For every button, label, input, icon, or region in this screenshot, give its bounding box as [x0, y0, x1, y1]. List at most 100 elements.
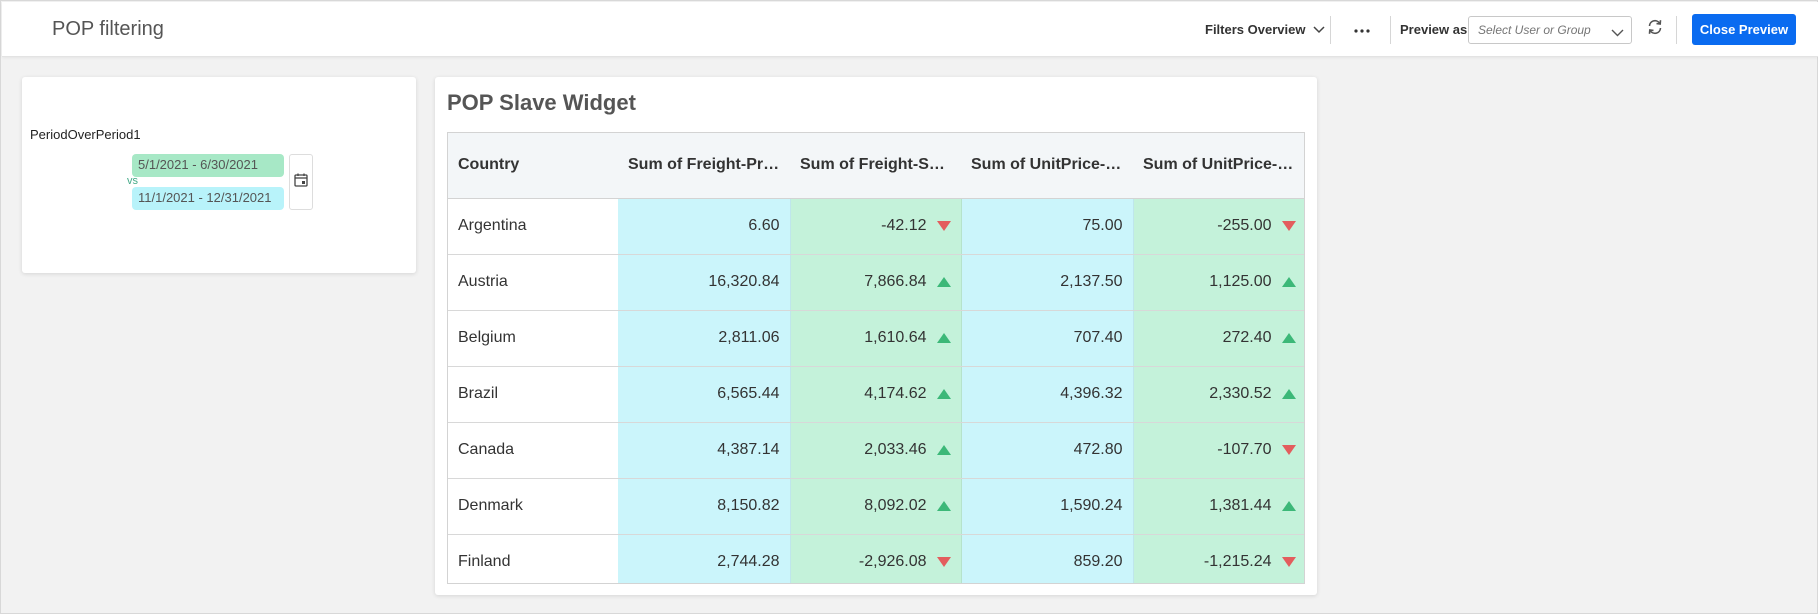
cell-value: 2,033.46: [864, 441, 927, 458]
unitprice-secondary-cell: -255.00: [1133, 198, 1304, 255]
cell-value: 272.40: [1222, 329, 1272, 346]
country-cell: Belgium: [448, 310, 618, 367]
unitprice-secondary-cell: -1,215.24: [1133, 534, 1304, 583]
table-row: Finland 2,744.28 -2,926.08 859.20 -1,215.24: [448, 534, 1304, 583]
country-cell: Denmark: [448, 478, 618, 535]
country-cell: Finland: [448, 534, 618, 583]
cell-value: -1,215.24: [1203, 553, 1272, 570]
filters-overview-dropdown[interactable]: Filters Overview: [1205, 22, 1325, 37]
freight-secondary-cell: 4,174.62: [790, 366, 962, 423]
column-header-unitprice-primary[interactable]: Sum of UnitPrice-Primary: [961, 133, 1133, 199]
freight-primary-cell: 4,387.14: [618, 422, 791, 479]
cell-value: 1,610.64: [864, 329, 927, 346]
triangle-down-icon: [936, 221, 951, 231]
cell-value: -2,926.08: [858, 553, 927, 570]
cell-content: -255.00: [1217, 217, 1296, 235]
cell-value: -42.12: [881, 217, 927, 234]
cell-content: 2,330.52: [1209, 385, 1296, 403]
secondary-date-range[interactable]: 11/1/2021 - 12/31/2021: [132, 187, 284, 210]
cell-value: -107.70: [1217, 441, 1272, 458]
header-divider: [1330, 16, 1331, 44]
triangle-up-icon: [936, 333, 951, 343]
cell-value: 1,125.00: [1209, 273, 1272, 290]
cell-value: 4,174.62: [864, 385, 927, 402]
unitprice-primary-cell: 75.00: [961, 198, 1134, 255]
chevron-down-icon: [1313, 25, 1325, 34]
filters-overview-label: Filters Overview: [1205, 22, 1306, 37]
cell-content: 4,174.62: [864, 385, 951, 403]
primary-date-range[interactable]: 5/1/2021 - 6/30/2021: [132, 154, 284, 177]
triangle-up-icon: [1281, 277, 1296, 287]
unitprice-primary-cell: 472.80: [961, 422, 1134, 479]
column-header-country[interactable]: Country: [448, 133, 618, 199]
triangle-up-icon: [1281, 333, 1296, 343]
cell-value: 7,866.84: [864, 273, 927, 290]
cell-content: 272.40: [1223, 329, 1296, 347]
freight-primary-cell: 8,150.82: [618, 478, 791, 535]
freight-primary-cell: 2,811.06: [618, 310, 791, 367]
triangle-down-icon: [1281, 557, 1296, 567]
cell-content: 1,610.64: [864, 329, 951, 347]
unitprice-primary-cell: 859.20: [961, 534, 1134, 583]
triangle-up-icon: [1281, 389, 1296, 399]
unitprice-secondary-cell: 272.40: [1133, 310, 1304, 367]
cell-content: 7,866.84: [864, 273, 951, 291]
cell-content: -42.12: [881, 217, 951, 235]
app-frame: POP filtering Filters Overview Preview a…: [0, 0, 1818, 614]
column-header-freight-primary[interactable]: Sum of Freight-Primary: [618, 133, 790, 199]
vs-label: vs: [127, 175, 138, 187]
pop-slave-widget: POP Slave Widget Country Sum of Freight-…: [435, 77, 1317, 595]
table-row: Canada 4,387.14 2,033.46 472.80 -107.70: [448, 422, 1304, 479]
country-cell: Argentina: [448, 198, 618, 255]
triangle-up-icon: [936, 389, 951, 399]
cell-content: -2,926.08: [859, 553, 951, 571]
triangle-down-icon: [936, 557, 951, 567]
refresh-button[interactable]: [1643, 17, 1667, 41]
page-title: POP filtering: [52, 18, 164, 40]
more-options-button[interactable]: [1349, 16, 1375, 42]
date-filter-card: PeriodOverPeriod1 5/1/2021 - 6/30/2021 v…: [22, 77, 416, 273]
table-row: Denmark 8,150.82 8,092.02 1,590.24 1,381.44: [448, 478, 1304, 535]
country-cell: Brazil: [448, 366, 618, 423]
triangle-up-icon: [936, 445, 951, 455]
table-row: Brazil 6,565.44 4,174.62 4,396.32 2,330.52: [448, 366, 1304, 423]
column-header-freight-secondary[interactable]: Sum of Freight-Secondary: [790, 133, 961, 199]
calendar-icon: [294, 173, 308, 192]
unitprice-secondary-cell: 1,381.44: [1133, 478, 1304, 535]
unitprice-primary-cell: 4,396.32: [961, 366, 1134, 423]
triangle-up-icon: [1281, 501, 1296, 511]
filter-name: PeriodOverPeriod1: [30, 127, 141, 142]
freight-primary-cell: 6,565.44: [618, 366, 791, 423]
unitprice-secondary-cell: 1,125.00: [1133, 254, 1304, 311]
freight-secondary-cell: -2,926.08: [790, 534, 962, 583]
freight-secondary-cell: 8,092.02: [790, 478, 962, 535]
table-row: Belgium 2,811.06 1,610.64 707.40 272.40: [448, 310, 1304, 367]
triangle-down-icon: [1281, 221, 1296, 231]
cell-content: 8,092.02: [864, 497, 951, 515]
freight-secondary-cell: -42.12: [790, 198, 962, 255]
freight-secondary-cell: 1,610.64: [790, 310, 962, 367]
country-cell: Canada: [448, 422, 618, 479]
cell-value: 1,381.44: [1209, 497, 1272, 514]
preview-user-select[interactable]: [1468, 16, 1632, 44]
unitprice-secondary-cell: 2,330.52: [1133, 366, 1304, 423]
grid-header-row: Country Sum of Freight-Primary Sum of Fr…: [448, 133, 1304, 199]
cell-value: 8,092.02: [864, 497, 927, 514]
cell-value: -255.00: [1217, 217, 1272, 234]
unitprice-secondary-cell: -107.70: [1133, 422, 1304, 479]
table-row: Argentina 6.60 -42.12 75.00 -255.00: [448, 198, 1304, 255]
triangle-down-icon: [1281, 445, 1296, 455]
freight-secondary-cell: 2,033.46: [790, 422, 962, 479]
unitprice-primary-cell: 1,590.24: [961, 478, 1134, 535]
calendar-button[interactable]: [289, 154, 313, 210]
preview-as-label: Preview as: [1400, 22, 1468, 37]
header-divider: [1390, 16, 1391, 44]
unitprice-primary-cell: 707.40: [961, 310, 1134, 367]
freight-primary-cell: 6.60: [618, 198, 791, 255]
cell-content: -107.70: [1217, 441, 1296, 459]
widget-title: POP Slave Widget: [447, 90, 636, 115]
column-header-unitprice-secondary[interactable]: Sum of UnitPrice-Secondary: [1133, 133, 1304, 199]
triangle-up-icon: [936, 501, 951, 511]
refresh-icon: [1646, 18, 1664, 41]
close-preview-button[interactable]: Close Preview: [1692, 14, 1796, 45]
